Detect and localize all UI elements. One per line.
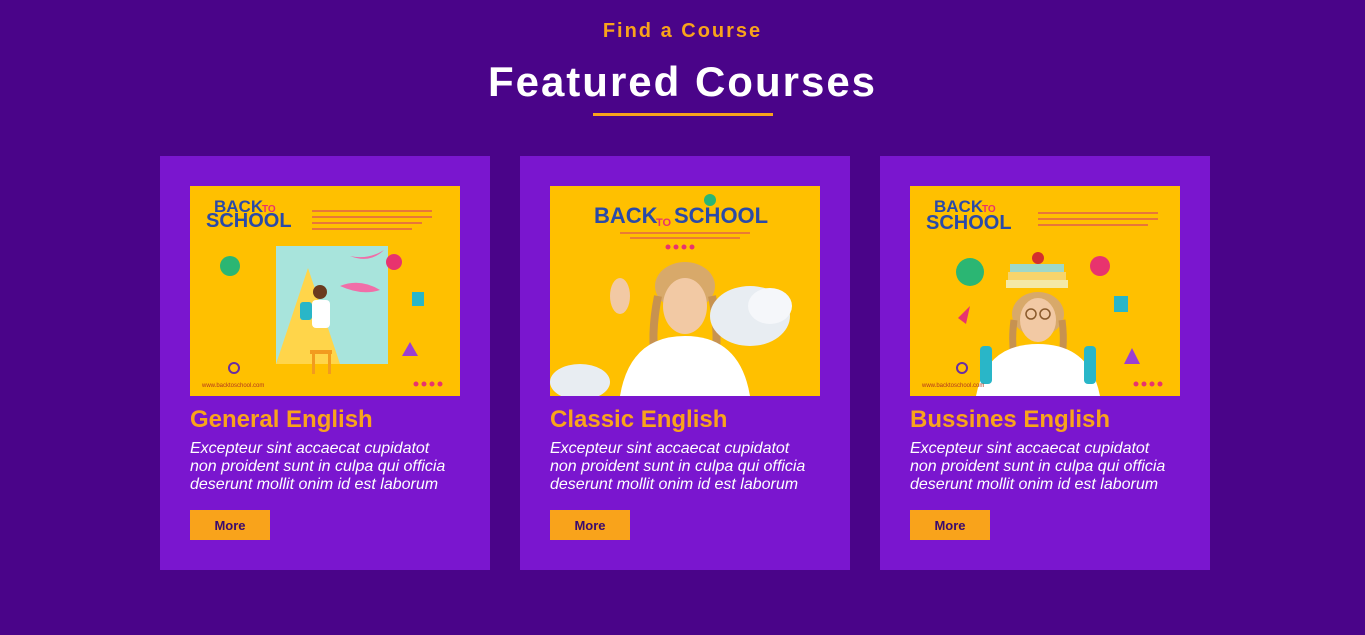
more-button[interactable]: More: [550, 510, 630, 540]
image-title-back: BACK: [594, 203, 658, 228]
image-title-school: SCHOOL: [206, 210, 292, 232]
course-title[interactable]: Bussines English: [910, 406, 1110, 434]
image-footer: www.backtoschool.com: [921, 383, 984, 389]
image-title-to: TO: [656, 217, 672, 229]
course-card-general-english: BACK TO SCHOOL www.backtoschool.com Gene…: [160, 156, 490, 570]
course-description: Excepteur sint accaecat cupidatot non pr…: [910, 440, 1166, 493]
more-button[interactable]: More: [910, 510, 990, 540]
image-footer: www.backtoschool.com: [201, 383, 264, 389]
back-to-school-illustration: BACK TO SCHOOL: [550, 186, 820, 396]
course-card-bussines-english: BACK TO SCHOOL www.backtoschool.com Buss…: [880, 156, 1210, 570]
image-title-school: SCHOOL: [674, 203, 768, 228]
image-title-school: SCHOOL: [926, 212, 1012, 234]
course-thumbnail[interactable]: BACK TO SCHOOL: [190, 186, 460, 396]
section-kicker: Find a Course: [602, 20, 763, 42]
course-title[interactable]: General English: [190, 406, 373, 434]
course-description: Excepteur sint accaecat cupidatot non pr…: [190, 440, 446, 493]
course-title[interactable]: Classic English: [550, 406, 727, 434]
course-thumbnail[interactable]: BACK TO SCHOOL: [550, 186, 820, 396]
back-to-school-illustration: BACK TO SCHOOL: [910, 186, 1180, 396]
course-thumbnail[interactable]: BACK TO SCHOOL: [910, 186, 1180, 396]
course-description: Excepteur sint accaecat cupidatot non pr…: [550, 440, 806, 493]
title-underline: [593, 113, 773, 116]
back-to-school-illustration: BACK TO SCHOOL: [190, 186, 460, 396]
section-title: Featured Courses: [487, 58, 878, 105]
featured-courses-section: Find a Course Featured Courses BACK TO S…: [0, 0, 1365, 635]
course-card-classic-english: BACK TO SCHOOL Classic English Excepteur…: [520, 156, 850, 570]
more-button[interactable]: More: [190, 510, 270, 540]
course-cards: BACK TO SCHOOL www.backtoschool.com Gene…: [160, 156, 1210, 570]
